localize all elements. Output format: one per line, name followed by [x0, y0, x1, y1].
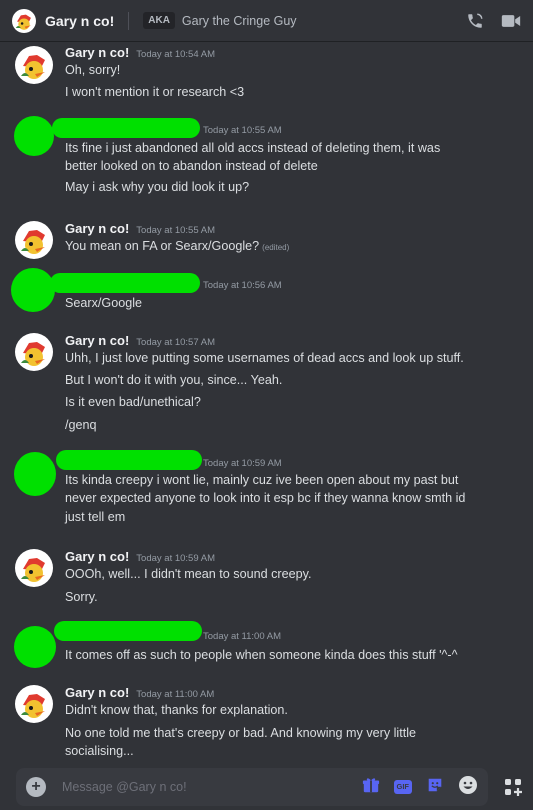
message-body: You mean on FA or Searx/Google? — [65, 239, 260, 253]
sticker-icon[interactable] — [426, 776, 444, 799]
message-text: But I won't do it with you, since... Yea… — [65, 373, 283, 387]
timestamp: Today at 10:57 AM — [136, 337, 215, 348]
message-text: May i ask why you did look it up? — [65, 180, 250, 194]
redacted-avatar[interactable] — [14, 626, 56, 668]
message-text: Its fine i just abandoned all old accs i… — [65, 141, 441, 155]
redacted-avatar[interactable] — [14, 116, 54, 156]
timestamp: Today at 10:55 AM — [136, 225, 215, 236]
message-list[interactable]: Gary n co! Today at 10:54 AM Oh, sorry! … — [0, 42, 533, 766]
username[interactable]: Gary n co! — [65, 221, 129, 236]
message-text: Is it even bad/unethical? — [65, 395, 201, 409]
message-text: Sorry. — [65, 590, 98, 604]
message-text: OOOh, well... I didn't mean to sound cre… — [65, 567, 312, 581]
message-input[interactable]: Message @Gary n co! — [62, 780, 187, 794]
avatar[interactable] — [15, 221, 53, 259]
avatar[interactable] — [15, 685, 53, 723]
timestamp: Today at 10:54 AM — [136, 49, 215, 60]
avatar[interactable] — [15, 46, 53, 84]
username[interactable]: Gary n co! — [65, 333, 129, 348]
edited-tag: (edited) — [262, 243, 290, 252]
avatar[interactable] — [15, 333, 53, 371]
timestamp: Today at 10:59 AM — [203, 458, 282, 469]
avatar[interactable] — [15, 549, 53, 587]
message-text: better looked on to abandon instead of d… — [65, 159, 318, 173]
plus-icon[interactable]: + — [26, 777, 46, 797]
message-text: You mean on FA or Searx/Google? (edited) — [65, 238, 520, 257]
message-text: It comes off as such to people when some… — [65, 648, 458, 662]
chat-header: Gary n co! AKA Gary the Cringe Guy — [0, 0, 533, 42]
redacted-username — [50, 273, 200, 293]
message-text: I won't mention it or research <3 — [65, 85, 245, 99]
message-text: Uhh, I just love putting some usernames … — [65, 351, 464, 365]
video-icon[interactable] — [501, 11, 521, 31]
redacted-username — [54, 621, 202, 641]
message-text: No one told me that's creepy or bad. And… — [65, 726, 417, 740]
message-text: Didn't know that, thanks for explanation… — [65, 703, 288, 717]
timestamp: Today at 10:56 AM — [203, 280, 282, 291]
message-text: Oh, sorry! — [65, 63, 121, 77]
message-composer: + Message @Gary n co! GIF — [16, 768, 488, 806]
timestamp: Today at 11:00 AM — [136, 689, 215, 700]
nickname-label: Gary the Cringe Guy — [181, 13, 297, 28]
aka-badge: AKA — [143, 12, 175, 29]
username[interactable]: Gary n co! — [65, 549, 129, 564]
gift-icon[interactable] — [362, 776, 380, 799]
timestamp: Today at 11:00 AM — [203, 631, 281, 642]
apps-icon[interactable] — [502, 776, 524, 798]
message-text: /genq — [65, 418, 97, 432]
timestamp: Today at 10:59 AM — [136, 553, 215, 564]
header-avatar[interactable] — [12, 8, 36, 33]
message-text: Searx/Google — [65, 296, 143, 310]
username[interactable]: Gary n co! — [65, 45, 129, 60]
message-text: just tell em — [65, 510, 126, 524]
username[interactable]: Gary n co! — [65, 685, 129, 700]
redacted-avatar[interactable] — [14, 452, 56, 496]
channel-title: Gary n co! — [45, 12, 115, 29]
header-divider — [128, 11, 130, 30]
message-text: Its kinda creepy i wont lie, mainly cuz … — [65, 473, 459, 487]
redacted-username — [52, 118, 200, 138]
emoji-icon[interactable] — [458, 775, 478, 800]
message-text: socialising... — [65, 744, 134, 758]
gif-icon[interactable]: GIF — [393, 780, 412, 794]
timestamp: Today at 10:55 AM — [203, 125, 282, 136]
redacted-username — [56, 450, 202, 470]
redacted-avatar[interactable] — [11, 268, 55, 312]
call-icon[interactable] — [465, 11, 485, 31]
message-text: never expected anyone to look into it es… — [65, 491, 466, 505]
